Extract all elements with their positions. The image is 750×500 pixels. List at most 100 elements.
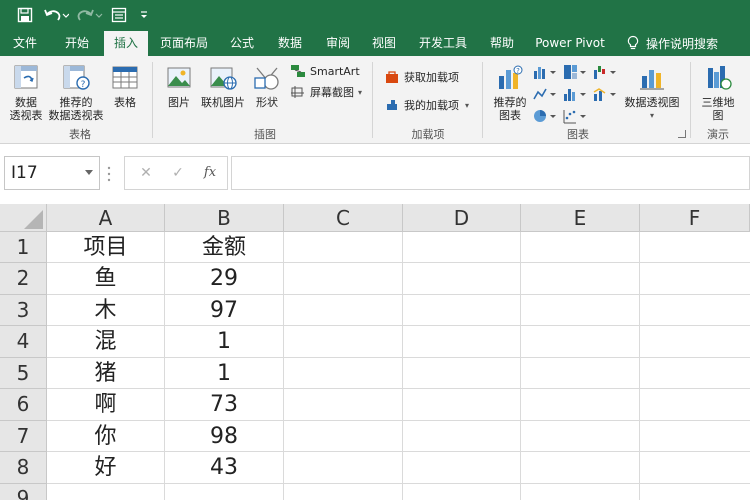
tab-page-layout[interactable]: 页面布局: [155, 30, 213, 56]
combo-chart-button[interactable]: [593, 86, 619, 106]
tab-power-pivot[interactable]: Power Pivot: [530, 30, 610, 56]
screenshot-button[interactable]: 屏幕截图 ▾: [290, 83, 362, 101]
column-header-c[interactable]: C: [284, 204, 403, 232]
line-chart-button[interactable]: [533, 86, 559, 106]
smartart-button[interactable]: SmartArt: [290, 62, 360, 80]
cell-b7[interactable]: 98: [165, 421, 283, 452]
recommended-pivot-button[interactable]: ? 推荐的 数据透视表: [48, 62, 104, 122]
form-icon[interactable]: [110, 6, 128, 24]
hierarchy-chart-button[interactable]: [563, 64, 589, 84]
pivot-table-label-2: 透视表: [9, 109, 43, 122]
row-header-3[interactable]: 3: [0, 295, 47, 326]
row-header-4[interactable]: 4: [0, 326, 47, 358]
my-addins-button[interactable]: 我的加载项 ▾: [384, 96, 469, 114]
cell-a2[interactable]: 鱼: [47, 263, 164, 294]
picture-label: 图片: [168, 96, 190, 109]
statistic-chart-button[interactable]: [563, 86, 589, 106]
cell-a1[interactable]: 项目: [47, 232, 164, 263]
pivot-chart-dropdown-icon: ▾: [649, 111, 654, 120]
pivot-chart-button[interactable]: 数据透视图 ▾: [622, 62, 682, 122]
undo-icon[interactable]: [42, 6, 70, 24]
online-picture-button[interactable]: 联机图片: [198, 62, 248, 109]
tab-file[interactable]: 文件: [2, 30, 48, 56]
formula-bar-grip-icon[interactable]: [107, 164, 111, 184]
cell-a6[interactable]: 啊: [47, 389, 164, 420]
shapes-icon: [254, 67, 279, 90]
svg-text:?: ?: [516, 67, 520, 75]
cell-b6[interactable]: 73: [165, 389, 283, 420]
column-header-a[interactable]: A: [47, 204, 165, 232]
cell-b5[interactable]: 1: [165, 358, 283, 389]
lightbulb-icon: [627, 35, 639, 50]
pivot-chart-label: 数据透视图: [624, 96, 680, 109]
row-header-2[interactable]: 2: [0, 263, 47, 295]
redo-icon[interactable]: [76, 6, 104, 24]
hierarchy-chart-icon: [564, 65, 586, 79]
formula-bar: I17 ✕ ✓ fx: [0, 144, 750, 204]
column-header-e[interactable]: E: [521, 204, 640, 232]
column-chart-button[interactable]: [533, 64, 559, 84]
screenshot-icon: [291, 86, 304, 98]
row-header-7[interactable]: 7: [0, 421, 47, 452]
name-box-dropdown-icon[interactable]: [85, 170, 93, 175]
save-icon[interactable]: [14, 6, 36, 24]
customize-icon[interactable]: [138, 6, 150, 24]
enter-icon[interactable]: ✓: [163, 157, 193, 189]
screenshot-label: 屏幕截图: [310, 86, 354, 99]
cell-b1[interactable]: 金额: [165, 232, 283, 263]
picture-button[interactable]: 图片: [162, 62, 196, 109]
pie-chart-button[interactable]: [533, 108, 559, 128]
map-3d-button[interactable]: 三维地 图: [696, 62, 740, 122]
tab-insert[interactable]: 插入: [104, 31, 148, 56]
pie-chart-icon: [534, 110, 556, 122]
cell-a7[interactable]: 你: [47, 421, 164, 452]
worksheet-grid: A B C D E F 1 2 3 4 5 6 7 8 9 项目 金额 鱼 29…: [0, 204, 750, 500]
addins-group-label: 加载项: [411, 128, 445, 141]
insert-function-icon[interactable]: fx: [195, 157, 225, 189]
online-picture-icon: [210, 67, 237, 90]
tab-home[interactable]: 开始: [54, 30, 100, 56]
table-button[interactable]: 表格: [108, 62, 142, 109]
waterfall-chart-button[interactable]: [593, 64, 619, 84]
recommended-charts-button[interactable]: ? 推荐的 图表: [490, 62, 530, 122]
cell-b4[interactable]: 1: [165, 326, 283, 357]
cancel-icon[interactable]: ✕: [131, 157, 161, 189]
row-header-9[interactable]: 9: [0, 484, 47, 500]
select-all-button[interactable]: [0, 204, 47, 232]
tab-review[interactable]: 审阅: [318, 30, 358, 56]
tab-developer[interactable]: 开发工具: [412, 30, 474, 56]
column-header-d[interactable]: D: [403, 204, 521, 232]
get-addins-button[interactable]: 获取加载项: [384, 68, 459, 86]
row-header-6[interactable]: 6: [0, 389, 47, 421]
my-addins-dropdown-icon: ▾: [465, 100, 470, 110]
cell-b3[interactable]: 97: [165, 295, 283, 326]
charts-group-label: 图表: [567, 128, 589, 141]
name-box[interactable]: I17: [4, 156, 100, 190]
cell-a8[interactable]: 好: [47, 452, 164, 483]
row-header-1[interactable]: 1: [0, 232, 47, 263]
cell-b2[interactable]: 29: [165, 263, 283, 294]
tab-view[interactable]: 视图: [364, 30, 404, 56]
group-separator: [690, 62, 691, 138]
group-separator: [152, 62, 153, 138]
cell-a4[interactable]: 混: [47, 326, 164, 357]
cell-a3[interactable]: 木: [47, 295, 164, 326]
column-chart-icon: [534, 67, 556, 79]
scatter-chart-button[interactable]: [563, 108, 589, 128]
map-3d-label-2: 图: [712, 109, 724, 122]
formula-input[interactable]: [231, 156, 750, 190]
cell-b8[interactable]: 43: [165, 452, 283, 483]
charts-dialog-launcher[interactable]: [678, 130, 686, 138]
tab-data[interactable]: 数据: [270, 30, 310, 56]
row-header-8[interactable]: 8: [0, 452, 47, 484]
cell-a5[interactable]: 猪: [47, 358, 164, 389]
column-header-b[interactable]: B: [165, 204, 284, 232]
tab-help[interactable]: 帮助: [482, 30, 522, 56]
shapes-button[interactable]: 形状: [252, 62, 282, 109]
column-header-f[interactable]: F: [640, 204, 750, 232]
pivot-table-button[interactable]: 数据 透视表: [6, 62, 46, 122]
row-header-5[interactable]: 5: [0, 358, 47, 389]
tab-formulas[interactable]: 公式: [222, 30, 262, 56]
pivot-table-label-1: 数据: [15, 96, 37, 109]
tell-me-search[interactable]: 操作说明搜索: [626, 30, 718, 56]
